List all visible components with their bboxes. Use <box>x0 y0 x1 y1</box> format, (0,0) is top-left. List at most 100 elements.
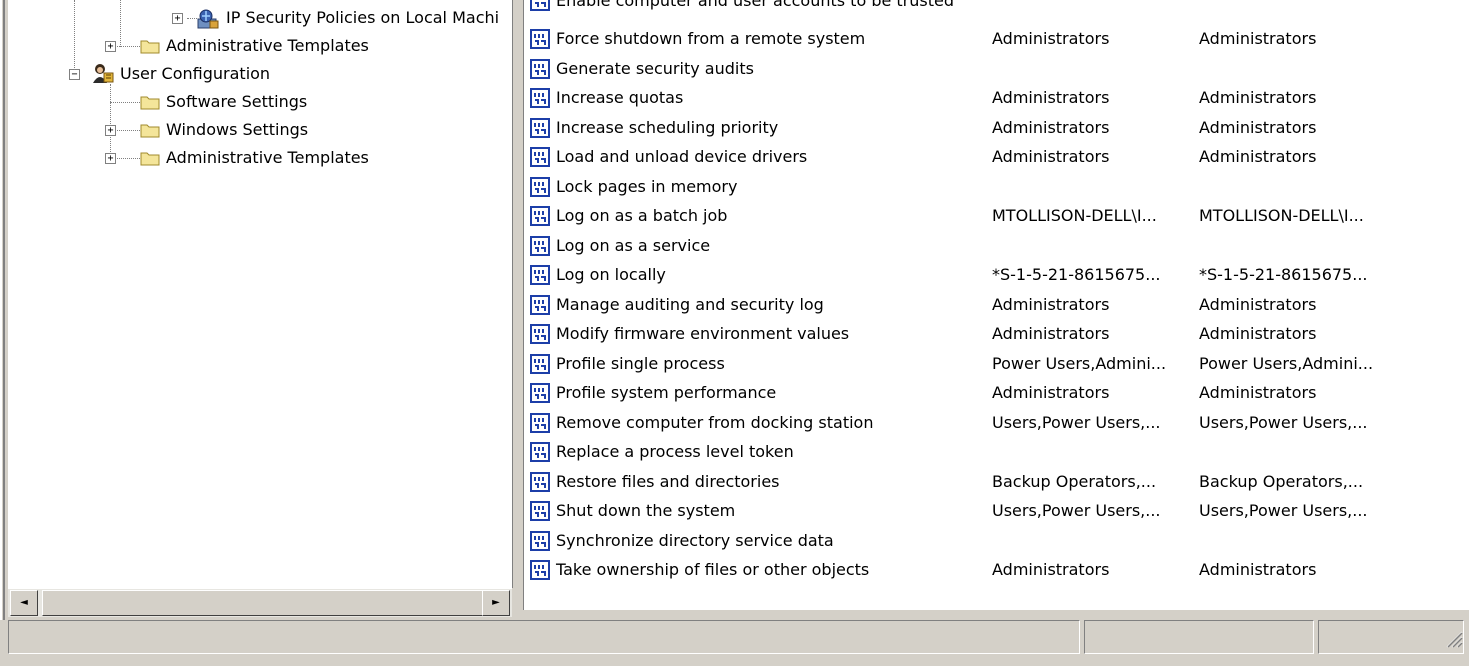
policy-name: Shut down the system <box>556 501 736 520</box>
policy-icon <box>530 501 550 521</box>
list-item[interactable]: Log on as a service <box>524 231 1464 260</box>
list-item[interactable]: Log on as a batch job MTOLLISON-DELL\I...… <box>524 201 1464 230</box>
collapse-icon[interactable]: − <box>69 69 80 80</box>
policy-icon <box>530 176 550 197</box>
list-item[interactable]: Restore files and directories Backup Oper… <box>524 467 1464 496</box>
list-item[interactable]: Increase quotas Administrators Administrat… <box>524 83 1464 112</box>
folder-icon <box>140 124 160 138</box>
local-setting: Power Users,Admini... <box>992 353 1167 373</box>
pane-splitter[interactable] <box>513 0 523 620</box>
effective-setting: Administrators <box>1199 560 1317 579</box>
tree-item-ip-security-policies[interactable]: + IP Security Policies on Local Machi <box>8 4 512 32</box>
status-bar <box>0 620 1469 666</box>
policy-name: Profile system performance <box>556 383 777 402</box>
policy-icon <box>530 117 550 138</box>
scroll-right-button[interactable]: ► <box>482 590 510 616</box>
policy-icon <box>530 471 550 492</box>
policy-icon <box>530 265 550 285</box>
local-setting: Administrators <box>992 147 1110 166</box>
policy-icon <box>530 88 550 108</box>
folder-icon <box>140 40 160 54</box>
local-setting: Administrators <box>992 560 1110 579</box>
tree-item-label: IP Security Policies on Local Machi <box>226 8 500 27</box>
list-item[interactable]: Profile system performance Administrators… <box>524 378 1464 407</box>
local-setting: Administrators <box>992 88 1110 107</box>
effective-setting: Power Users,Admini... <box>1199 353 1374 373</box>
policy-name: Restore files and directories <box>556 471 780 491</box>
local-setting: Backup Operators,... <box>992 471 1157 491</box>
policy-icon <box>530 412 550 433</box>
window-frame-left-shadow <box>3 0 5 666</box>
tree-item-label: Windows Settings <box>166 120 309 139</box>
policy-name: Increase scheduling priority <box>556 117 779 137</box>
scroll-left-button[interactable]: ◄ <box>10 590 38 616</box>
tree-item-windows-settings[interactable]: + Windows Settings <box>8 116 512 144</box>
list-item[interactable]: Remove computer from docking station User… <box>524 408 1464 437</box>
policy-name: Enable computer and user accounts to be … <box>556 0 955 10</box>
list-item-partial[interactable]: Enable computer and user accounts to be … <box>524 0 1464 15</box>
local-setting: MTOLLISON-DELL\I... <box>992 206 1157 225</box>
policy-icon <box>530 0 550 11</box>
policy-icon <box>530 383 550 403</box>
tree-item-label: User Configuration <box>120 64 271 83</box>
policy-icon <box>530 353 550 374</box>
list-item[interactable]: Modify firmware environment values Admini… <box>524 319 1464 348</box>
effective-setting: Administrators <box>1199 324 1317 343</box>
resize-grip-icon[interactable] <box>1443 628 1463 648</box>
expand-icon[interactable]: + <box>172 13 183 24</box>
list-item[interactable]: Load and unload device drivers Administra… <box>524 142 1464 171</box>
policy-name: Modify firmware environment values <box>556 324 850 343</box>
tree-horizontal-scrollbar[interactable]: ◄ ► <box>8 588 512 617</box>
status-panel-main <box>8 620 1080 654</box>
tree-item-user-configuration[interactable]: − User Configuration <box>8 60 512 88</box>
list-item[interactable]: Force shutdown from a remote system Admin… <box>524 24 1464 53</box>
policy-icon <box>530 29 550 49</box>
list-item[interactable]: Synchronize directory service data <box>524 526 1464 555</box>
status-panel-secondary <box>1084 620 1314 654</box>
list-item[interactable]: Log on locally *S-1-5-21-8615675... *S-1-5… <box>524 260 1464 289</box>
policy-name: Generate security audits <box>556 58 754 78</box>
scrollbar-thumb[interactable] <box>42 590 484 616</box>
effective-setting: MTOLLISON-DELL\I... <box>1199 206 1364 225</box>
local-setting: *S-1-5-21-8615675... <box>992 265 1161 284</box>
policy-icon <box>530 560 550 580</box>
policy-name: Profile single process <box>556 353 725 373</box>
list-item[interactable]: Generate security audits <box>524 54 1464 83</box>
effective-setting: Backup Operators,... <box>1199 471 1364 491</box>
effective-setting: Administrators <box>1199 88 1317 107</box>
effective-setting: Administrators <box>1199 147 1317 166</box>
effective-setting: Administrators <box>1199 294 1317 314</box>
folder-icon <box>140 96 160 110</box>
tree-item-label: Software Settings <box>166 92 308 111</box>
policy-name: Log on as a service <box>556 235 711 255</box>
expand-icon[interactable]: + <box>105 125 116 136</box>
policy-name: Increase quotas <box>556 88 684 107</box>
tree-item-software-settings[interactable]: Software Settings <box>8 88 512 116</box>
effective-setting: Administrators <box>1199 117 1317 137</box>
list-item[interactable]: Profile single process Power Users,Admini… <box>524 349 1464 378</box>
window-frame-left <box>0 0 2 666</box>
list-item[interactable]: Take ownership of files or other objects… <box>524 555 1464 584</box>
policy-name: Lock pages in memory <box>556 176 738 196</box>
policy-icon <box>530 58 550 79</box>
effective-setting: Administrators <box>1199 29 1317 48</box>
list-item[interactable]: Replace a process level token <box>524 437 1464 466</box>
expand-icon[interactable]: + <box>105 41 116 52</box>
tree-item-administrative-templates-user[interactable]: + Administrative Templates <box>8 144 512 172</box>
policy-icon <box>530 530 550 551</box>
list-item[interactable]: Increase scheduling priority Administrato… <box>524 113 1464 142</box>
policy-icon <box>530 294 550 315</box>
policy-name: Take ownership of files or other objects <box>556 560 870 579</box>
policy-name: Manage auditing and security log <box>556 294 824 314</box>
list-item[interactable]: Shut down the system Users,Power Users,..… <box>524 496 1464 525</box>
list-item[interactable]: Manage auditing and security log Administ… <box>524 290 1464 319</box>
tree-item-administrative-templates-computer[interactable]: + Administrative Templates <box>8 32 512 60</box>
policy-list-pane[interactable]: Enable computer and user accounts to be … <box>523 0 1469 610</box>
console-tree-pane[interactable]: + IP Security Policies on Local Machi + … <box>8 0 513 588</box>
expand-icon[interactable]: + <box>105 153 116 164</box>
folder-icon <box>140 152 160 166</box>
local-setting: Administrators <box>992 294 1110 314</box>
list-item[interactable]: Lock pages in memory <box>524 172 1464 201</box>
policy-name: Replace a process level token <box>556 442 794 461</box>
local-setting: Administrators <box>992 117 1110 137</box>
